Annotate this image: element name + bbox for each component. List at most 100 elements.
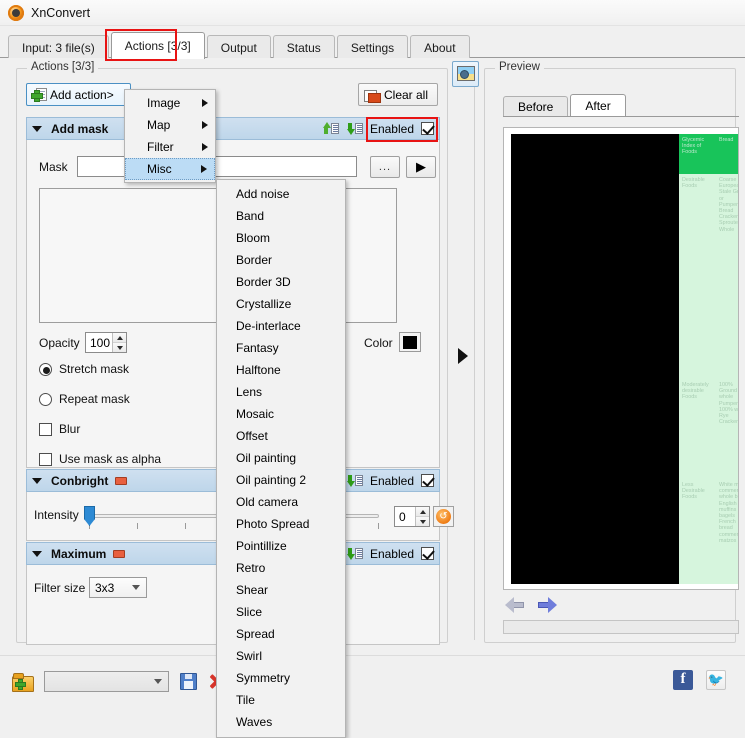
clear-all-button[interactable]: Clear all (358, 83, 438, 106)
use-mask-as-alpha-label: Use mask as alpha (59, 452, 162, 466)
filter-size-select[interactable]: 3x3 (89, 577, 147, 598)
menu-item-border-3d[interactable]: Border 3D (217, 271, 345, 293)
menu-item-pointillize[interactable]: Pointillize (217, 535, 345, 557)
menu-item-band[interactable]: Band (217, 205, 345, 227)
menu-item-offset[interactable]: Offset (217, 425, 345, 447)
repeat-mask-row[interactable]: Repeat mask (39, 392, 130, 406)
maximum-enabled-label: Enabled (369, 546, 414, 561)
menu-item-crystallize[interactable]: Crystallize (217, 293, 345, 315)
add-mask-enabled-checkbox[interactable] (421, 122, 434, 135)
collapse-triangle-icon[interactable] (32, 477, 42, 484)
conbright-enabled-label: Enabled (369, 473, 414, 488)
arrow-left-icon[interactable] (505, 597, 524, 613)
panel-splitter-arrow[interactable] (458, 348, 468, 364)
tab-output[interactable]: Output (206, 35, 271, 59)
mask-browse-button[interactable]: ... (370, 156, 400, 178)
menu-item-lens[interactable]: Lens (217, 381, 345, 403)
menu-item-bloom[interactable]: Bloom (217, 227, 345, 249)
tab-actions[interactable]: Actions [3/3] (110, 32, 205, 59)
menu-item-image[interactable]: Image (125, 92, 215, 114)
collapse-triangle-icon[interactable] (32, 125, 42, 132)
opacity-spinner[interactable]: 100 (85, 332, 127, 353)
intensity-down[interactable] (416, 517, 429, 526)
menu-item-symmetry[interactable]: Symmetry (217, 667, 345, 689)
preview-image-icon-button[interactable] (452, 61, 479, 87)
twitter-icon[interactable]: 🐦 (706, 670, 726, 690)
menu-item-slice[interactable]: Slice (217, 601, 345, 623)
preview-horizontal-scrollbar[interactable] (503, 620, 739, 634)
menu-item-add-noise[interactable]: Add noise (217, 183, 345, 205)
open-folder-icon[interactable] (12, 672, 34, 692)
menu-item-misc[interactable]: Misc (125, 158, 215, 180)
repeat-mask-radio[interactable] (39, 392, 52, 406)
move-down-icon[interactable] (346, 546, 363, 561)
move-down-icon[interactable] (346, 121, 363, 136)
tab-input[interactable]: Input: 3 file(s) (8, 35, 109, 59)
menu-item-spread[interactable]: Spread (217, 623, 345, 645)
tab-before[interactable]: Before (503, 96, 569, 117)
tab-after[interactable]: After (570, 94, 626, 117)
intensity-spinner[interactable]: 0 (394, 506, 430, 527)
menu-item-retro[interactable]: Retro (217, 557, 345, 579)
preview-table-cell: Desirable Foods (679, 174, 716, 379)
menu-item-label: Image (147, 96, 181, 110)
preview-table-header-cell: Bread (716, 134, 738, 174)
opacity-down[interactable] (113, 343, 126, 352)
menu-item-old-camera[interactable]: Old camera (217, 491, 345, 513)
save-icon[interactable] (180, 673, 197, 690)
move-up-icon[interactable] (322, 121, 339, 136)
arrow-right-icon[interactable] (538, 597, 557, 613)
collapse-triangle-icon[interactable] (32, 550, 42, 557)
preview-group-legend: Preview (495, 61, 544, 73)
mask-play-icon: ▶ (416, 159, 426, 174)
menu-item-tile[interactable]: Tile (217, 689, 345, 711)
tab-settings[interactable]: Settings (336, 35, 409, 59)
preview-canvas[interactable]: Glycemic Index of Foods Desirable Foods … (503, 127, 739, 590)
menu-item-fantasy[interactable]: Fantasy (217, 337, 345, 359)
maximum-minus-badge[interactable] (113, 549, 126, 558)
menu-item-waves[interactable]: Waves (217, 711, 345, 733)
use-mask-as-alpha-row[interactable]: Use mask as alpha (39, 452, 161, 466)
main-content: Actions [3/3] Add action> Clear all Add … (0, 58, 745, 655)
menu-item-de-interlace[interactable]: De-interlace (217, 315, 345, 337)
menu-item-filter[interactable]: Filter (125, 136, 215, 158)
move-down-icon[interactable] (346, 473, 363, 488)
blur-row[interactable]: Blur (39, 422, 80, 436)
conbright-enabled-checkbox[interactable] (421, 474, 434, 487)
menu-item-halftone[interactable]: Halftone (217, 359, 345, 381)
menu-item-shear[interactable]: Shear (217, 579, 345, 601)
stretch-mask-row[interactable]: Stretch mask (39, 362, 129, 376)
menu-item-swirl[interactable]: Swirl (217, 645, 345, 667)
conbright-reset-button[interactable]: ↺ (433, 506, 454, 527)
opacity-up[interactable] (113, 333, 126, 343)
conbright-title: Conbright (51, 473, 109, 488)
mask-path-input[interactable] (77, 156, 357, 177)
blur-checkbox[interactable] (39, 422, 52, 436)
maximum-enabled-checkbox[interactable] (421, 547, 434, 560)
menu-item-label: Map (147, 118, 171, 132)
facebook-icon[interactable]: f (673, 670, 693, 690)
color-swatch-button[interactable] (399, 332, 421, 352)
opacity-label: Opacity (39, 336, 80, 350)
repeat-mask-label: Repeat mask (59, 392, 130, 406)
menu-item-map[interactable]: Map (125, 114, 215, 136)
menu-item-oil-painting-2[interactable]: Oil painting 2 (217, 469, 345, 491)
menu-item-oil-painting[interactable]: Oil painting (217, 447, 345, 469)
title-bar: XnConvert (0, 0, 745, 26)
use-mask-as-alpha-checkbox[interactable] (39, 452, 52, 466)
tab-about[interactable]: About (410, 35, 470, 59)
menu-item-mosaic[interactable]: Mosaic (217, 403, 345, 425)
add-action-button[interactable]: Add action> (26, 83, 131, 106)
blur-label: Blur (59, 422, 81, 436)
preview-table-col-left: Glycemic Index of Foods Desirable Foods … (679, 134, 716, 584)
menu-item-photo-spread[interactable]: Photo Spread (217, 513, 345, 535)
add-mask-header[interactable]: Add mask Enabled (26, 117, 440, 140)
window-title: XnConvert (31, 5, 91, 20)
preset-select[interactable] (44, 671, 169, 692)
menu-item-border[interactable]: Border (217, 249, 345, 271)
mask-preview-play-button[interactable]: ▶ (406, 156, 436, 178)
conbright-minus-badge[interactable] (115, 476, 128, 485)
intensity-up[interactable] (416, 507, 429, 517)
stretch-mask-radio[interactable] (39, 362, 52, 376)
tab-status[interactable]: Status (272, 35, 335, 59)
